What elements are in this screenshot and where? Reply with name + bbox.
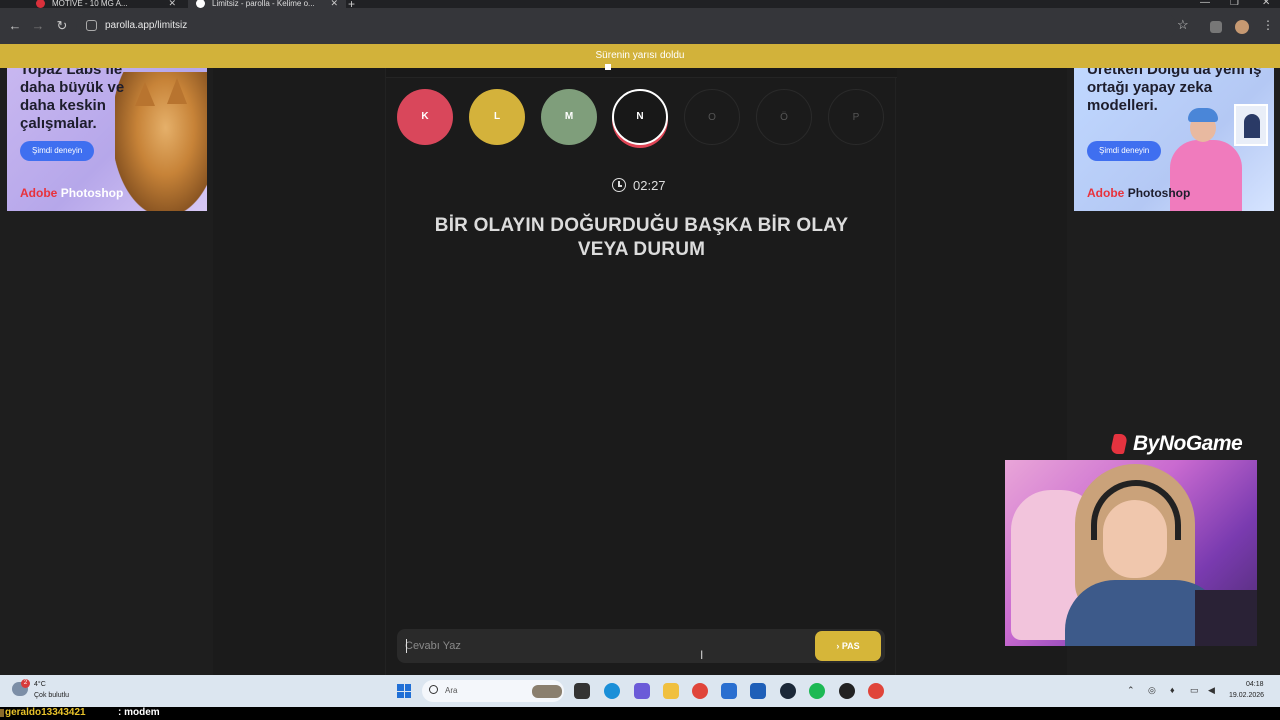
ad-headline: Topaz Labs ile daha büyük ve daha keskin… [20,68,125,132]
pass-button[interactable]: › PAS [815,631,881,661]
text-caret [406,639,407,653]
forward-icon[interactable]: → [30,18,46,34]
edge-icon[interactable] [604,683,620,699]
letter-o: O [684,89,740,145]
ad-cta-button[interactable]: Şimdi deneyin [1087,141,1162,161]
webcam-desk [1195,590,1257,646]
timer-value: 02:27 [633,178,666,193]
site-favicon-icon [196,0,205,8]
half-time-notice: Sürenin yarısı doldu [0,44,1280,68]
volume-icon[interactable]: ◀ [1208,685,1215,696]
youtube-icon [36,0,45,8]
letter-l: L [469,89,525,145]
stream-chat-line: geraldo13343421 : modem [0,707,1280,720]
close-tab-icon[interactable]: ✕ [330,0,338,8]
tab-strip: MOTIVE - 10 MG A... ✕ Limitsiz - parolla… [0,0,1280,11]
maximize-icon[interactable]: ❐ [1230,0,1239,8]
taskbar-search[interactable]: Ara [422,680,564,702]
chat-message: : modem [118,707,160,718]
taskbar-time[interactable]: 04:18 [1246,681,1264,688]
chat-username: geraldo13343421 [5,707,86,718]
tab-motive[interactable]: MOTIVE - 10 MG A... ✕ [28,0,184,8]
back-icon[interactable]: ← [7,18,23,34]
chrome-icon[interactable] [692,683,708,699]
answer-bar: › PAS [397,629,885,663]
store-icon[interactable] [721,683,737,699]
windows-start-icon[interactable] [397,684,411,698]
game-panel: K L M N O Ö P 02:27 BİR OLAYIN DOĞURDUĞU… [385,64,897,675]
bookmark-star-icon[interactable]: ☆ [1177,17,1189,33]
letter-p: P [828,89,884,145]
task-view-icon[interactable] [574,683,590,699]
extension-icon[interactable] [1210,21,1222,33]
letter-m: M [541,89,597,145]
screen: MOTIVE - 10 MG A... ✕ Limitsiz - parolla… [0,0,1280,720]
browser-menu-icon[interactable]: ⋮ [1262,18,1274,32]
browser-toolbar: ← → ↻ parolla.app/limitsiz ☆ ⋮ [0,8,1280,44]
header-fragment [605,64,611,70]
microphone-icon[interactable]: ♦ [1170,685,1175,695]
letter-k: K [397,89,453,145]
app-icon[interactable] [839,683,855,699]
ad-person-image [1170,140,1242,211]
chat-badge-icon [0,709,4,717]
chevron-right-icon: › [836,641,840,651]
ad-brand: Adobe Photoshop [1087,186,1191,200]
search-label: Ara [445,686,458,695]
letter-n-current: N [612,89,668,145]
tab-parolla[interactable]: Limitsiz - parolla - Kelime o... ✕ [188,0,346,8]
weather-badge: 2 [21,679,30,688]
ad-cta-button[interactable]: Şimdi deneyin [20,141,95,161]
outlook-icon[interactable] [750,683,766,699]
weather-temp: 4°C [34,681,46,688]
ad-headline: Üretken Dolgu'da yeni iş ortağı yapay ze… [1087,68,1262,114]
search-highlight-image [532,685,562,698]
app-icon[interactable] [634,683,650,699]
spotify-icon[interactable] [809,683,825,699]
profile-avatar[interactable] [1235,20,1249,34]
reload-icon[interactable]: ↻ [54,18,70,34]
mouse-cursor-icon: I [700,648,704,662]
letter-o-umlaut: Ö [756,89,812,145]
steam-icon[interactable] [780,683,796,699]
close-window-icon[interactable]: ✕ [1262,0,1270,8]
file-explorer-icon[interactable] [663,683,679,699]
url-text: parolla.app/limitsiz [105,20,188,31]
windows-taskbar: 2 4°C Çok bulutlu Ara ⌃ ◎ ♦ ▭ ◀ 04:18 19… [0,675,1280,707]
search-icon [429,685,438,694]
tray-icon[interactable]: ◎ [1148,685,1156,696]
tab-title: Limitsiz - parolla - Kelime o... [212,0,315,8]
cat-ear [167,78,187,104]
ad-brand: Adobe Photoshop [20,186,124,200]
minimize-icon[interactable]: — [1200,0,1210,8]
taskbar-date[interactable]: 19.02.2026 [1229,692,1264,699]
address-bar[interactable]: parolla.app/limitsiz ☆ [76,12,1189,40]
webcam-feed [1005,460,1257,646]
site-info-icon[interactable] [86,20,97,31]
chrome-icon[interactable] [868,683,884,699]
tray-chevron-icon[interactable]: ⌃ [1127,685,1135,696]
game-header [386,64,897,78]
answer-input[interactable] [405,636,805,656]
tab-title: MOTIVE - 10 MG A... [52,0,128,8]
clock-icon [612,178,626,192]
ad-banner-left[interactable]: Topaz Labs ile daha büyük ve daha keskin… [7,68,207,211]
close-tab-icon[interactable]: ✕ [168,0,176,8]
weather-desc: Çok bulutlu [34,692,70,699]
network-icon[interactable]: ▭ [1190,685,1199,696]
question-text: BİR OLAYIN DOĞURDUĞU BAŞKA BİR OLAY VEYA… [434,215,849,260]
ad-banner-right[interactable]: Üretken Dolgu'da yeni iş ortağı yapay ze… [1074,68,1274,211]
